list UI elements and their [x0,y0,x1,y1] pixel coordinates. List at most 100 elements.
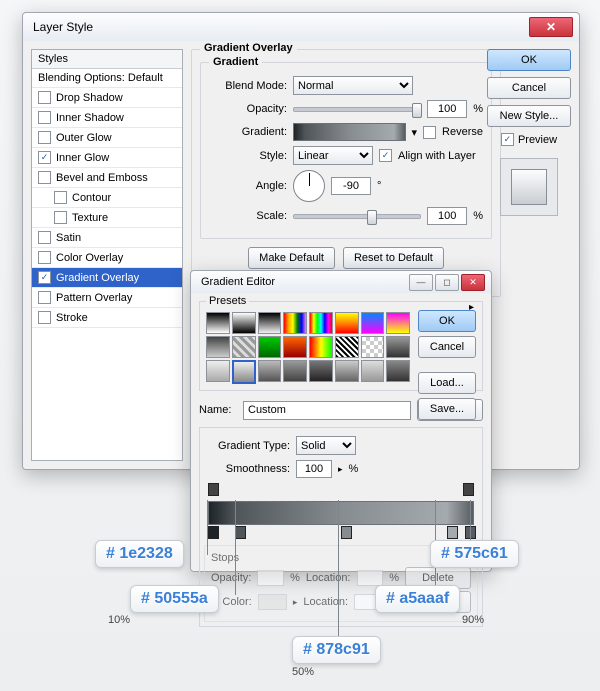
preset-swatch[interactable] [283,312,307,334]
style-row-bevel[interactable]: Bevel and Emboss [32,168,182,188]
preset-swatch[interactable] [309,336,333,358]
close-button[interactable]: ✕ [529,17,573,37]
preset-swatch[interactable] [258,336,282,358]
scale-input[interactable]: 100 [427,207,467,225]
checkbox[interactable] [38,251,51,264]
callout-hex-4: # a5aaaf [375,585,460,613]
opacity-input[interactable]: 100 [427,100,467,118]
dropdown-icon[interactable]: ▾ [412,126,418,139]
checkbox[interactable] [38,271,51,284]
opacity-row: Opacity: 100 % [209,100,483,118]
align-layer-checkbox[interactable] [379,149,392,162]
style-row-satin[interactable]: Satin [32,228,182,248]
styles-header[interactable]: Styles [32,50,182,69]
preset-swatch[interactable] [258,360,282,382]
checkbox[interactable] [38,231,51,244]
checkbox[interactable] [54,211,67,224]
stop-color-swatch[interactable] [258,594,287,610]
preset-swatch[interactable] [386,360,410,382]
preset-swatch[interactable] [386,312,410,334]
stop-location-input[interactable] [357,570,384,586]
preset-swatch[interactable] [232,312,256,334]
scale-slider[interactable] [293,207,421,225]
checkbox[interactable] [54,191,67,204]
style-row-contour[interactable]: Contour [32,188,182,208]
style-row-texture[interactable]: Texture [32,208,182,228]
opacity-slider[interactable] [293,100,421,118]
close-icon: ✕ [546,21,556,33]
maximize-button[interactable]: ◻ [435,274,459,291]
preset-swatch[interactable] [386,336,410,358]
smoothness-input[interactable]: 100 [296,460,332,478]
preset-swatch[interactable] [232,360,256,384]
new-style-button[interactable]: New Style... [487,105,571,127]
reset-default-button[interactable]: Reset to Default [343,247,444,269]
blending-options-row[interactable]: Blending Options: Default [32,69,182,88]
editor-titlebar[interactable]: Gradient Editor — ◻ ✕ [191,271,491,294]
preset-swatch[interactable] [206,360,230,382]
checkbox[interactable] [38,151,51,164]
preset-swatch[interactable] [335,360,359,382]
cancel-button[interactable]: Cancel [487,77,571,99]
checkbox[interactable] [38,291,51,304]
preset-swatch[interactable] [335,312,359,334]
style-row-drop-shadow[interactable]: Drop Shadow [32,88,182,108]
color-stop[interactable] [341,526,352,539]
style-row-outer-glow[interactable]: Outer Glow [32,128,182,148]
blend-mode-select[interactable]: Normal [293,76,413,95]
preset-swatch[interactable] [283,360,307,382]
style-row-inner-shadow[interactable]: Inner Shadow [32,108,182,128]
preset-swatch[interactable] [335,336,359,358]
editor-save-button[interactable]: Save... [418,398,476,420]
preset-swatch[interactable] [206,312,230,334]
style-label: Drop Shadow [56,92,123,104]
checkbox[interactable] [38,131,51,144]
preview-checkbox[interactable] [501,133,514,146]
checkbox[interactable] [38,311,51,324]
editor-load-button[interactable]: Load... [418,372,476,394]
preset-swatch[interactable] [361,312,385,334]
angle-input[interactable]: -90 [331,177,371,195]
gradient-type-select[interactable]: Solid [296,436,356,455]
ok-button[interactable]: OK [487,49,571,71]
minimize-button[interactable]: — [409,274,433,291]
dropdown-icon[interactable]: ▸ [338,464,343,475]
opacity-stop[interactable] [463,483,474,496]
reverse-checkbox[interactable] [423,126,436,139]
make-default-button[interactable]: Make Default [248,247,335,269]
style-row-inner-glow[interactable]: Inner Glow [32,148,182,168]
gradient-style-select[interactable]: Linear [293,146,373,165]
gradient-row: Gradient: ▾ Reverse [209,123,483,141]
style-row-color-overlay[interactable]: Color Overlay [32,248,182,268]
style-row-gradient-overlay[interactable]: Gradient Overlay [32,268,182,288]
gradient-picker[interactable] [293,123,406,141]
stop-opacity-input[interactable] [257,570,284,586]
blending-options-label: Blending Options: Default [38,72,163,84]
preset-swatch[interactable] [309,312,333,334]
preset-swatch[interactable] [258,312,282,334]
editor-cancel-button[interactable]: Cancel [418,336,476,358]
color-stop[interactable] [208,526,219,539]
opacity-stop[interactable] [208,483,219,496]
editor-ok-button[interactable]: OK [418,310,476,332]
name-input[interactable]: Custom [243,401,411,420]
color-stop[interactable] [235,526,246,539]
titlebar[interactable]: Layer Style ✕ [23,13,579,42]
style-row-stroke[interactable]: Stroke [32,308,182,328]
color-stop[interactable] [447,526,458,539]
preset-swatch[interactable] [232,336,256,358]
preset-swatch[interactable] [206,336,230,358]
callout-leader [207,500,208,555]
preset-swatch[interactable] [283,336,307,358]
preset-swatch[interactable] [361,336,385,358]
style-row-pattern-overlay[interactable]: Pattern Overlay [32,288,182,308]
checkbox[interactable] [38,171,51,184]
preset-swatch[interactable] [309,360,333,382]
gradient-label: Gradient: [209,126,287,138]
preset-swatch[interactable] [361,360,385,382]
editor-close-button[interactable]: ✕ [461,274,485,291]
checkbox[interactable] [38,91,51,104]
callout-percent-50: 50% [292,666,314,678]
checkbox[interactable] [38,111,51,124]
angle-dial[interactable] [293,170,325,202]
